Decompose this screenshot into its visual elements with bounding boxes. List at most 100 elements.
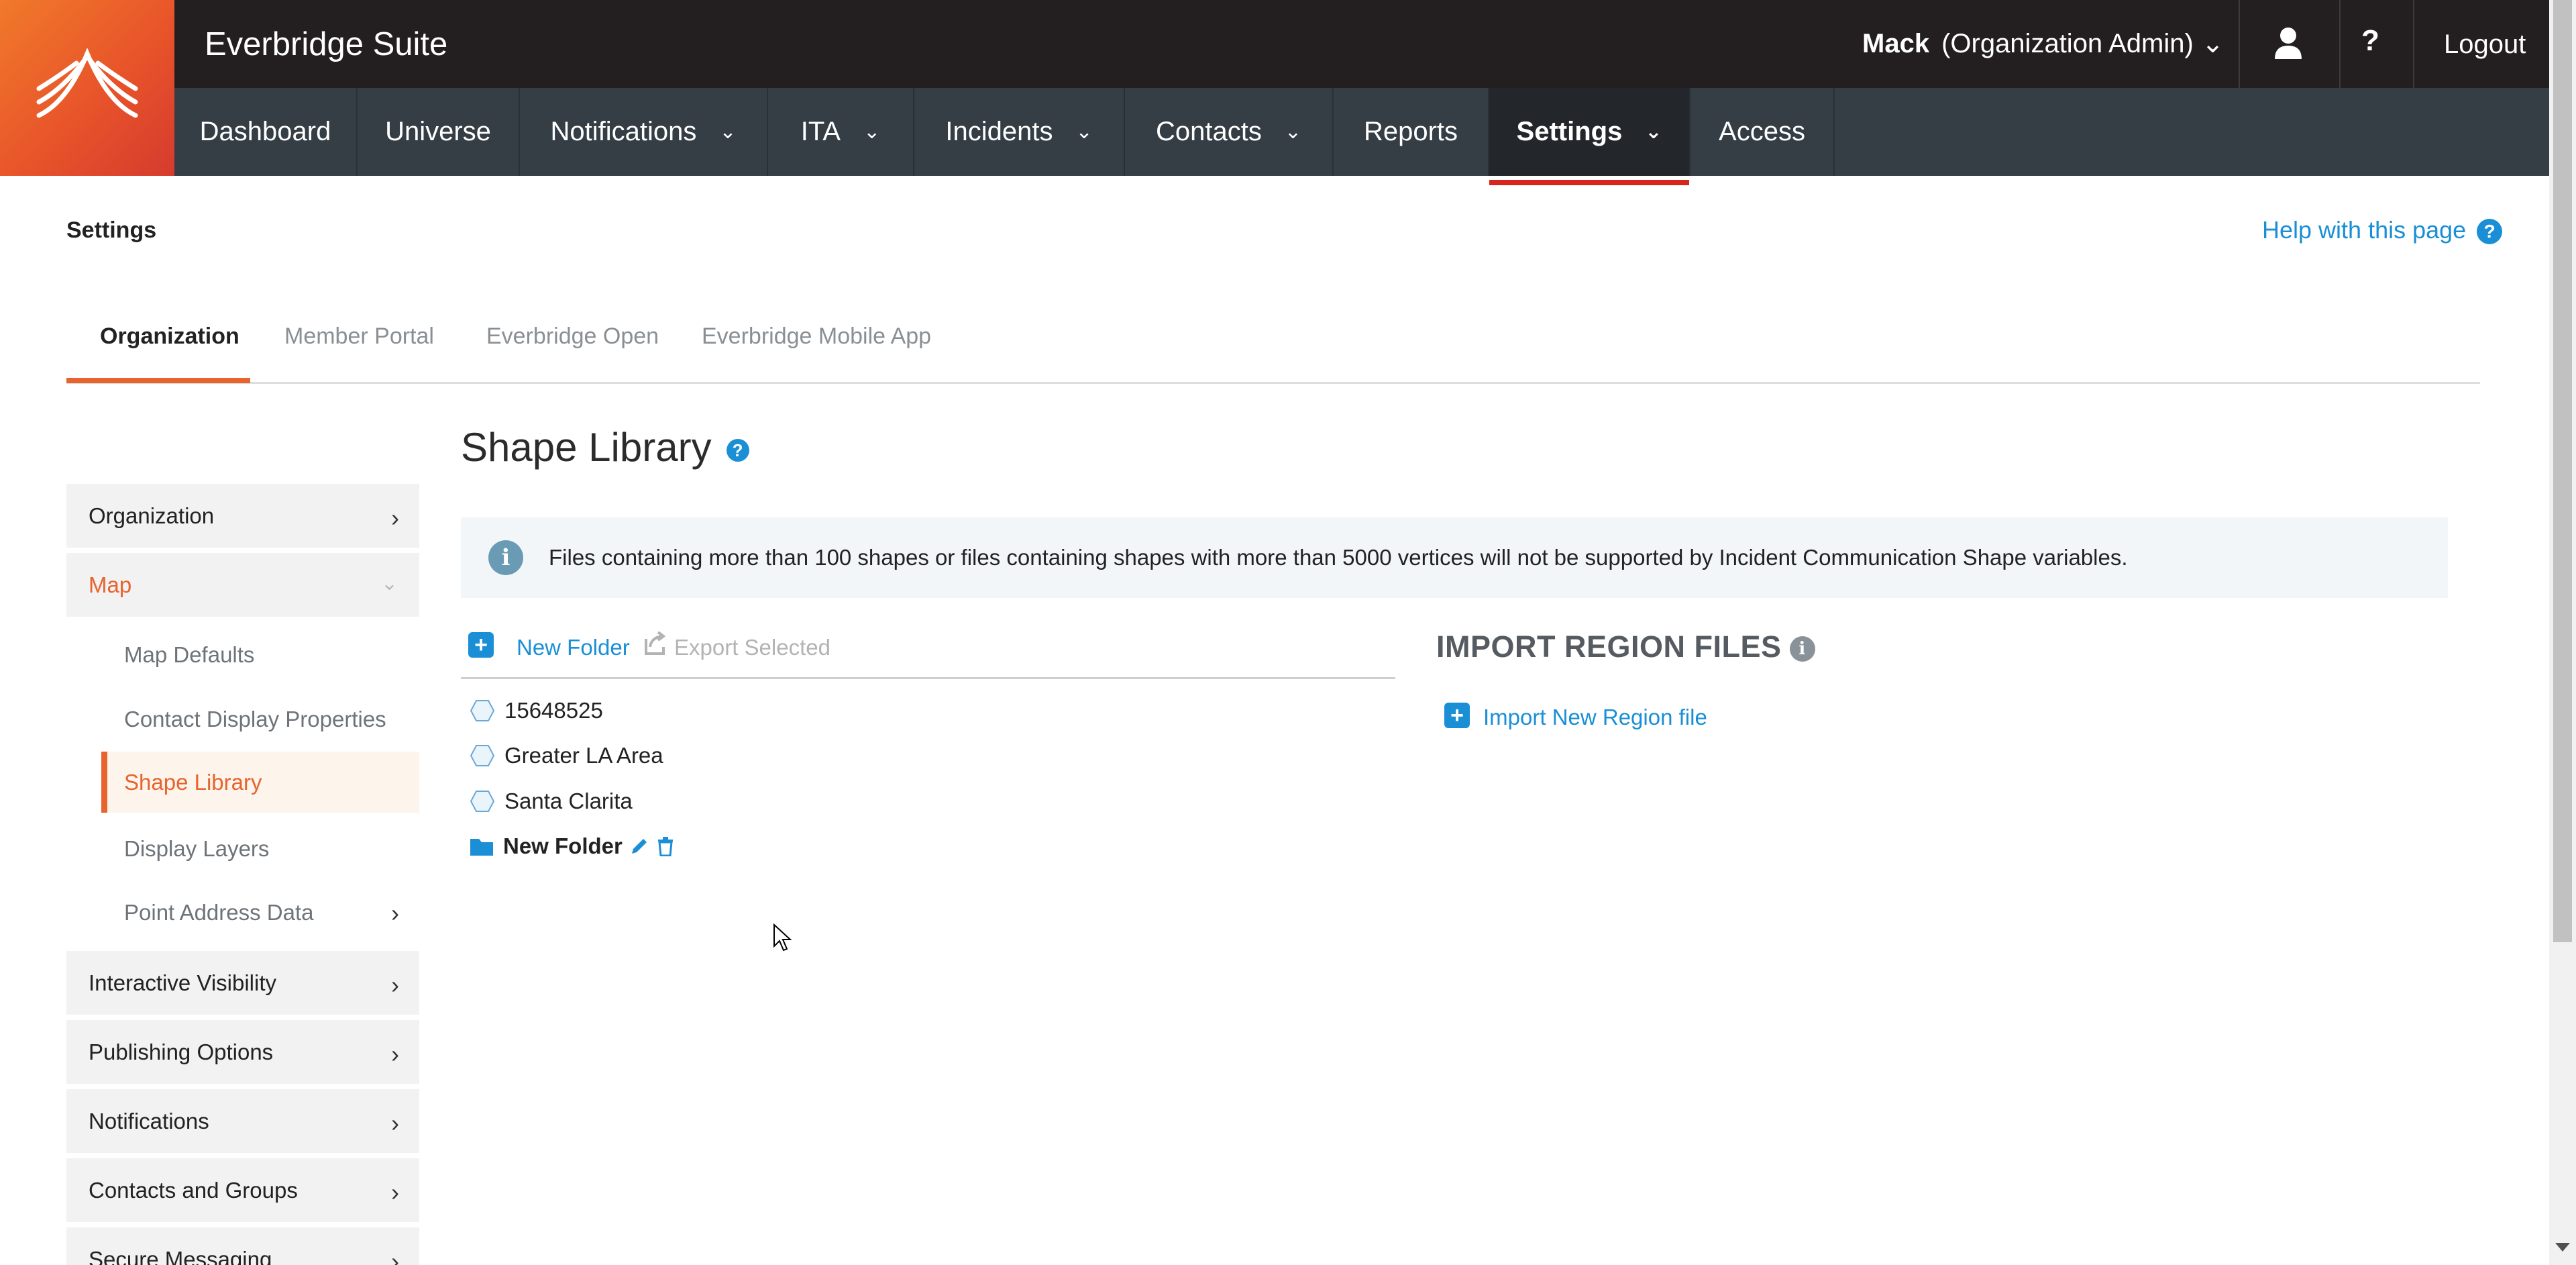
chevron-down-icon: ⌄ bbox=[380, 572, 398, 595]
info-icon[interactable]: i bbox=[1789, 636, 1815, 662]
chevron-right-icon: › bbox=[391, 1040, 399, 1068]
chevron-right-icon: › bbox=[391, 899, 399, 927]
nav-label: Dashboard bbox=[199, 117, 331, 146]
export-icon bbox=[642, 629, 669, 660]
chevron-down-icon: ⌄ bbox=[863, 121, 881, 143]
scrollbar-thumb[interactable] bbox=[2553, 0, 2572, 942]
tab-organization[interactable]: Organization bbox=[100, 323, 239, 350]
nav-label: ITA bbox=[800, 117, 841, 146]
top-divider bbox=[2413, 0, 2414, 88]
chevron-down-icon: ⌄ bbox=[1645, 121, 1662, 143]
sidebar-subitem-map-defaults[interactable]: Map Defaults bbox=[101, 628, 419, 682]
sidebar-item-interactive-visibility[interactable]: Interactive Visibility › bbox=[66, 951, 419, 1015]
nav-label: Reports bbox=[1363, 117, 1458, 146]
tab-member-portal[interactable]: Member Portal bbox=[284, 323, 434, 350]
active-tab-indicator bbox=[66, 378, 250, 383]
logout-button[interactable]: Logout bbox=[2444, 30, 2526, 60]
sidebar-item-label: Organization bbox=[89, 503, 215, 528]
chevron-right-icon: › bbox=[391, 504, 399, 532]
export-selected-button[interactable]: Export Selected bbox=[674, 635, 830, 660]
sidebar-item-label: Publishing Options bbox=[89, 1039, 274, 1064]
nav-incidents[interactable]: Incidents ⌄ bbox=[914, 88, 1125, 176]
tree-item-shape[interactable]: 15648525 bbox=[470, 691, 603, 731]
sidebar-item-label: Map bbox=[89, 572, 132, 597]
nav-label: Settings bbox=[1516, 117, 1623, 146]
nav-contacts[interactable]: Contacts ⌄ bbox=[1125, 88, 1334, 176]
nav-reports[interactable]: Reports bbox=[1334, 88, 1489, 176]
tab-everbridge-mobile-app[interactable]: Everbridge Mobile App bbox=[702, 323, 931, 350]
top-divider bbox=[2239, 0, 2240, 88]
nav-ita[interactable]: ITA ⌄ bbox=[768, 88, 914, 176]
nav-label: Access bbox=[1719, 117, 1805, 146]
shape-toolbar: + New Folder Export Selected bbox=[461, 628, 1395, 679]
info-banner: i Files containing more than 100 shapes … bbox=[461, 517, 2448, 598]
sidebar-item-label: Interactive Visibility bbox=[89, 970, 277, 995]
polygon-shape-icon bbox=[470, 700, 495, 721]
chevron-down-icon: ⌄ bbox=[2201, 29, 2224, 58]
sidebar-item-organization[interactable]: Organization › bbox=[66, 484, 419, 548]
user-menu[interactable]: Mack (Organization Admin) ⌄ bbox=[1862, 28, 2224, 59]
sidebar-subitem-point-address-data[interactable]: Point Address Data › bbox=[101, 886, 419, 940]
sidebar-subitem-shape-library[interactable]: Shape Library bbox=[101, 752, 419, 813]
chevron-right-icon: › bbox=[391, 1109, 399, 1137]
sidebar-subitem-contact-display-properties[interactable]: Contact Display Properties bbox=[101, 693, 419, 746]
sidebar-subitem-display-layers[interactable]: Display Layers bbox=[101, 822, 419, 876]
nav-access[interactable]: Access bbox=[1690, 88, 1835, 176]
new-folder-button[interactable]: New Folder bbox=[517, 635, 630, 660]
import-region-files-title: IMPORT REGION FILES i bbox=[1436, 629, 1815, 664]
nav-label: Universe bbox=[385, 117, 491, 146]
info-icon: i bbox=[488, 540, 523, 575]
tabs-divider bbox=[66, 382, 2480, 384]
user-profile-icon[interactable] bbox=[2273, 27, 2303, 59]
top-divider bbox=[2339, 0, 2341, 88]
nav-universe[interactable]: Universe bbox=[358, 88, 520, 176]
pencil-icon[interactable] bbox=[629, 836, 649, 856]
nav-label: Contacts bbox=[1156, 117, 1262, 146]
mouse-cursor-icon bbox=[773, 923, 792, 952]
tree-item-shape[interactable]: Santa Clarita bbox=[470, 781, 633, 821]
folder-icon bbox=[470, 839, 493, 856]
info-banner-text: Files containing more than 100 shapes or… bbox=[549, 545, 2128, 570]
sidebar-item-contacts-and-groups[interactable]: Contacts and Groups › bbox=[66, 1158, 419, 1222]
help-with-page-link[interactable]: Help with this page? bbox=[2262, 216, 2503, 245]
nav-dashboard[interactable]: Dashboard bbox=[174, 88, 358, 176]
tree-item-folder[interactable]: New Folder bbox=[470, 826, 675, 866]
nav-settings[interactable]: Settings ⌄ bbox=[1489, 88, 1690, 185]
question-circle-icon[interactable]: ? bbox=[726, 439, 749, 462]
polygon-shape-icon bbox=[470, 745, 495, 766]
scroll-down-arrow-icon[interactable] bbox=[2555, 1243, 2570, 1252]
section-title: Shape Library? bbox=[461, 424, 749, 470]
sidebar-item-publishing-options[interactable]: Publishing Options › bbox=[66, 1020, 419, 1084]
plus-icon[interactable]: + bbox=[1444, 703, 1470, 728]
sidebar-item-label: Notifications bbox=[89, 1108, 209, 1133]
app-title: Everbridge Suite bbox=[205, 26, 448, 62]
chevron-down-icon: ⌄ bbox=[1284, 121, 1301, 143]
sidebar-item-label: Contacts and Groups bbox=[89, 1177, 298, 1203]
chevron-down-icon: ⌄ bbox=[1075, 121, 1093, 143]
nav-label: Notifications bbox=[550, 117, 697, 146]
nav-notifications[interactable]: Notifications ⌄ bbox=[520, 88, 768, 176]
tree-item-label: 15648525 bbox=[504, 698, 603, 723]
nav-label: Incidents bbox=[945, 117, 1053, 146]
chevron-right-icon: › bbox=[391, 971, 399, 999]
chevron-down-icon: ⌄ bbox=[719, 121, 737, 143]
chevron-right-icon: › bbox=[391, 1248, 399, 1265]
plus-icon[interactable]: + bbox=[468, 632, 494, 658]
tree-item-shape[interactable]: Greater LA Area bbox=[470, 736, 663, 776]
help-icon[interactable]: ? bbox=[2361, 24, 2379, 58]
user-name: Mack bbox=[1862, 29, 1930, 58]
sidebar-item-map[interactable]: Map ⌄ bbox=[66, 553, 419, 617]
sidebar-item-label: Point Address Data bbox=[124, 900, 314, 925]
sidebar-item-notifications[interactable]: Notifications › bbox=[66, 1089, 419, 1153]
sidebar-item-secure-messaging[interactable]: Secure Messaging › bbox=[66, 1227, 419, 1265]
everbridge-logo[interactable] bbox=[0, 0, 174, 176]
page: Everbridge Suite Mack (Organization Admin… bbox=[0, 0, 2576, 1265]
question-circle-icon: ? bbox=[2477, 219, 2503, 245]
tab-everbridge-open[interactable]: Everbridge Open bbox=[486, 323, 659, 350]
tree-item-label: Santa Clarita bbox=[504, 789, 633, 813]
sidebar-item-label: Secure Messaging bbox=[89, 1246, 272, 1265]
trash-icon[interactable] bbox=[656, 836, 675, 856]
import-title-text: IMPORT REGION FILES bbox=[1436, 629, 1782, 664]
page-title: Settings bbox=[66, 217, 157, 243]
import-new-region-file-link[interactable]: Import New Region file bbox=[1483, 705, 1707, 730]
